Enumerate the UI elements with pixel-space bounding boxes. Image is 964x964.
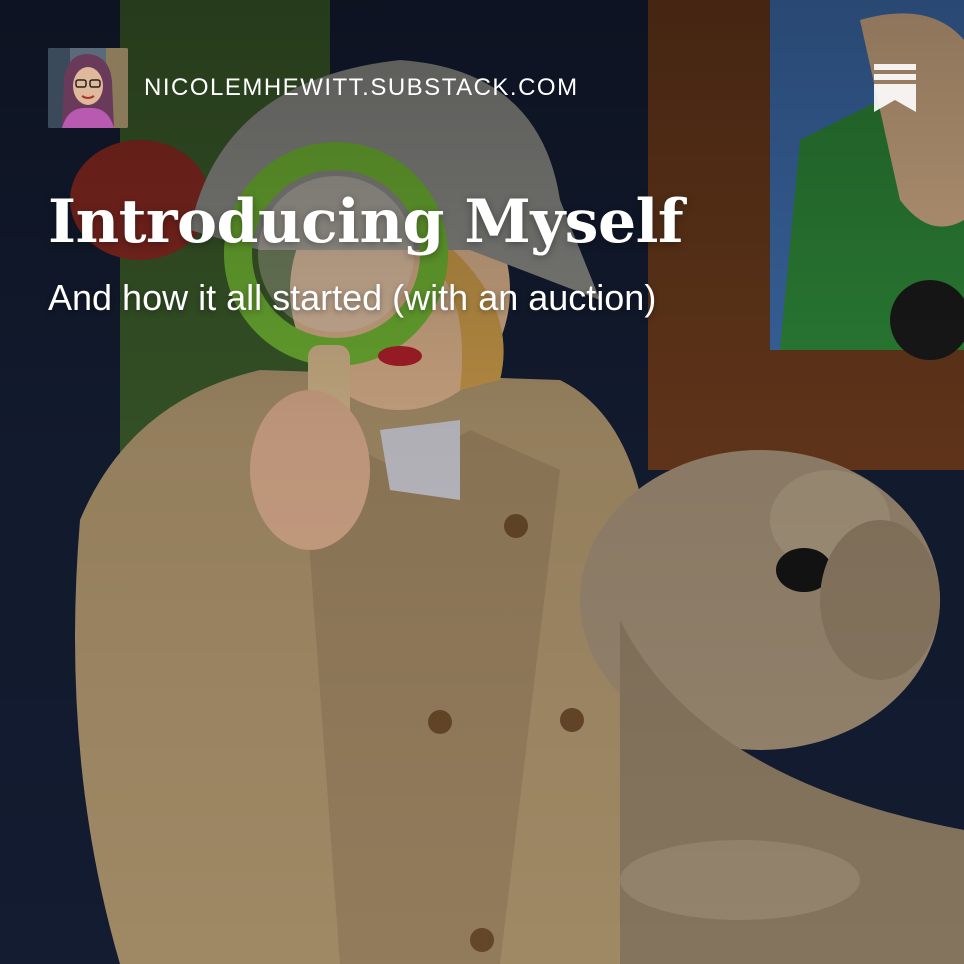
bookmark-icon[interactable] xyxy=(872,62,918,114)
post-subtitle: And how it all started (with an auction) xyxy=(48,277,657,318)
author-avatar[interactable] xyxy=(48,48,128,128)
post-cover-card[interactable]: NICOLEMHEWITT.SUBSTACK.COM Introducing M… xyxy=(0,0,964,964)
publication-domain[interactable]: NICOLEMHEWITT.SUBSTACK.COM xyxy=(144,74,579,102)
post-title[interactable]: Introducing Myself xyxy=(48,186,684,258)
cover-photo xyxy=(0,0,964,964)
avatar-image xyxy=(48,48,128,128)
